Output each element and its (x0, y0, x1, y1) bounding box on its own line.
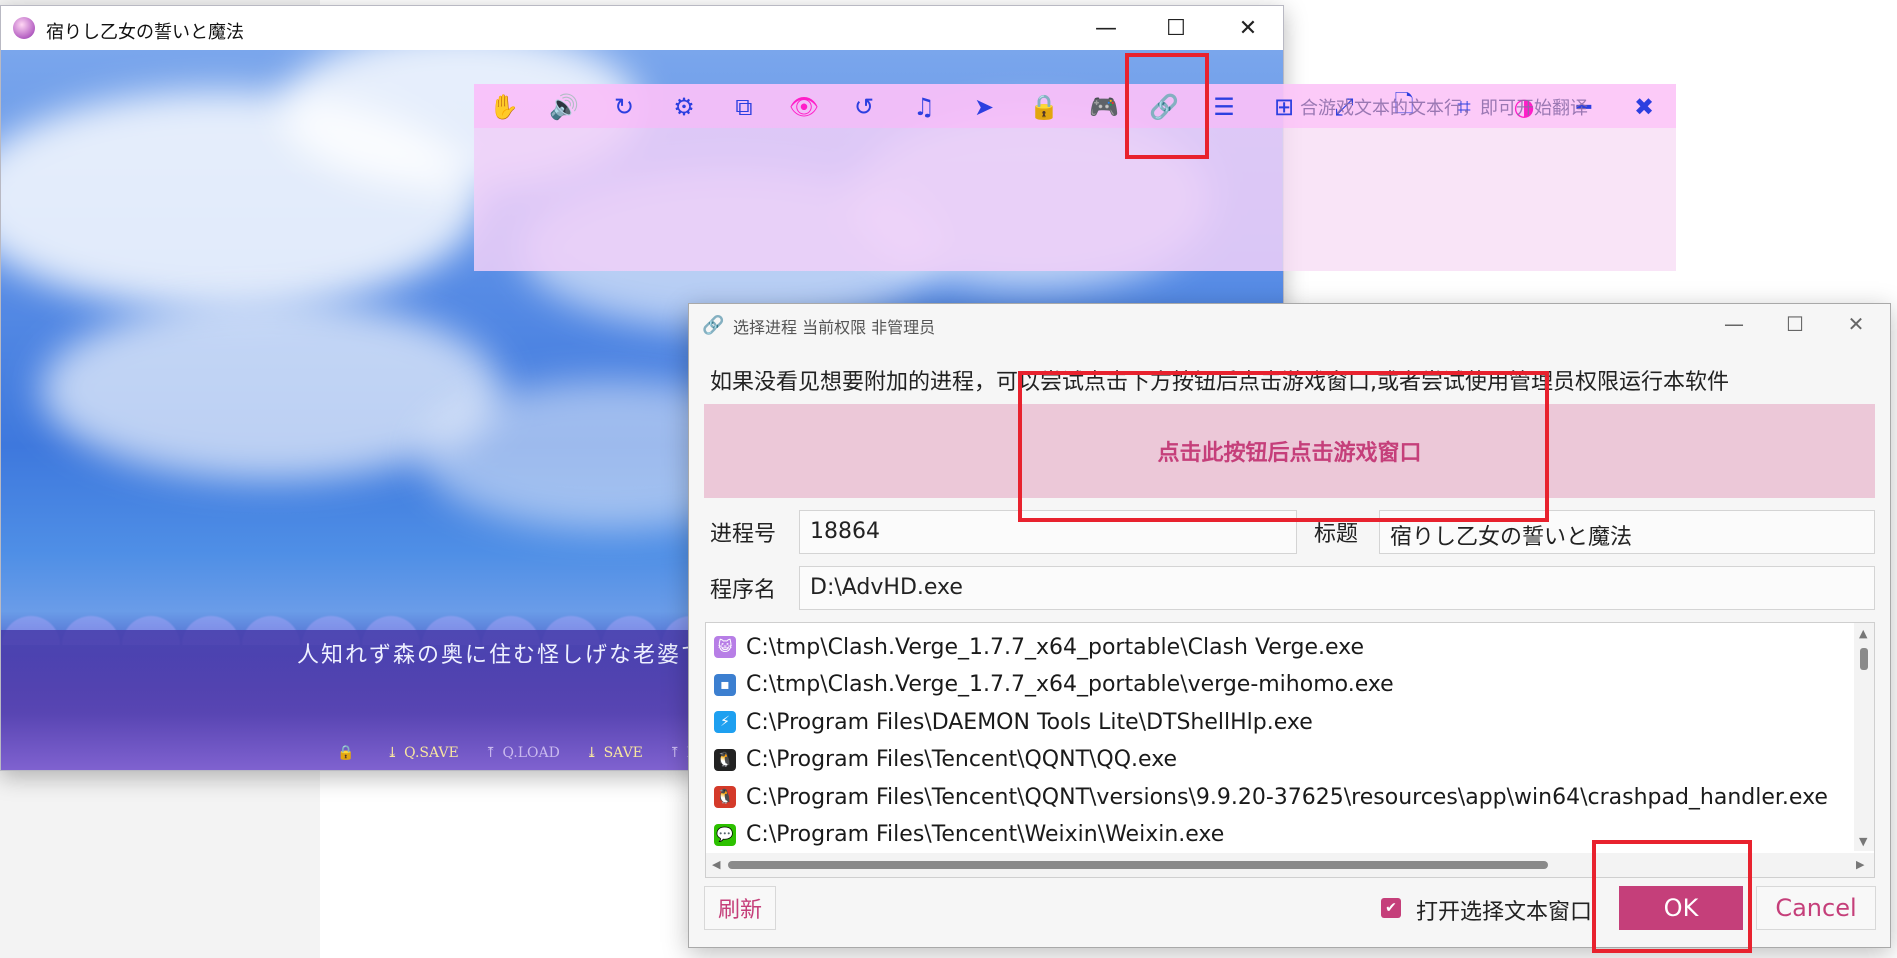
scroll-right-icon[interactable]: ▶ (1856, 858, 1864, 871)
eye-icon[interactable]: 👁 (789, 92, 819, 122)
maximize-button[interactable]: ☐ (1151, 10, 1201, 46)
lock-icon: 🔒 (337, 745, 355, 761)
process-path: C:\tmp\Clash.Verge_1.7.7_x64_portable\Cl… (746, 634, 1365, 660)
dialog-maximize-button[interactable]: ☐ (1770, 306, 1820, 342)
cat-icon: 😺 (714, 636, 736, 658)
process-path: C:\tmp\Clash.Verge_1.7.7_x64_portable\ve… (746, 672, 1394, 697)
link-icon: 🔗 (702, 315, 725, 336)
vertical-scroll-thumb[interactable] (1860, 648, 1868, 670)
scroll-left-icon[interactable]: ◀ (712, 858, 720, 871)
game-app-icon (13, 17, 35, 39)
scroll-down-icon[interactable]: ▼ (1859, 835, 1867, 848)
undo-icon[interactable]: ↺ (849, 92, 879, 122)
gear-icon[interactable]: ⚙ (669, 92, 699, 122)
load-icon: ⤒ (484, 745, 497, 761)
process-list-item[interactable]: 🐧 C:\Program Files\Tencent\QQNT\versions\… (706, 779, 1828, 815)
process-list-item[interactable]: ⚡ C:\Program Files\DAEMON Tools Lite\DTSh… (706, 704, 1313, 740)
music-icon[interactable]: ♫ (909, 92, 939, 122)
pid-label: 进程号 (710, 522, 777, 547)
game-window-title: 宿りし乙女の誓いと魔法 (46, 22, 244, 43)
highlight-link-button (1125, 53, 1209, 159)
game-menu-lock[interactable]: 🔒 (337, 745, 360, 761)
process-path: C:\Program Files\Tencent\Weixin\Weixin.e… (746, 822, 1225, 847)
refresh-button[interactable]: 刷新 (704, 886, 776, 930)
speaker-icon[interactable]: 🔊 (549, 92, 579, 122)
hand-icon[interactable]: ✋ (489, 92, 519, 122)
wechat-icon: 💬 (714, 823, 736, 846)
penguin-alert-icon: 🐧 (714, 786, 736, 808)
dialog-minimize-button[interactable]: — (1709, 306, 1759, 342)
load-icon: ⤒ (668, 745, 681, 761)
gamepad-icon[interactable]: 🎮 (1089, 92, 1119, 122)
game-menu-qsave[interactable]: ⤓ Q.SAVE (386, 745, 458, 761)
minimize-button[interactable]: — (1081, 10, 1131, 46)
game-quick-menu: 🔒 ⤓Q.SAVE ⤒Q.LOAD ⤓SAVE ⤒L (337, 745, 696, 761)
process-list-item[interactable]: 💬 C:\Program Files\Tencent\Weixin\Weixin.… (706, 817, 1224, 853)
exe-label: 程序名 (710, 578, 777, 603)
close-button[interactable]: ✕ (1223, 10, 1273, 46)
cancel-button[interactable]: Cancel (1756, 886, 1876, 930)
game-menu-qload[interactable]: ⤒ Q.LOAD (485, 745, 560, 761)
game-titlebar[interactable]: 宿りし乙女の誓いと魔法 — ☐ ✕ (1, 6, 1283, 50)
list-icon[interactable]: ☰ (1209, 92, 1239, 122)
save-icon: ⤓ (386, 745, 399, 761)
pointer-icon[interactable]: ➤ (969, 92, 999, 122)
process-path: C:\Program Files\DAEMON Tools Lite\DTShe… (746, 709, 1313, 735)
refresh-icon[interactable]: ↻ (609, 92, 639, 122)
process-list-item[interactable]: ▪ C:\tmp\Clash.Verge_1.7.7_x64_portable\v… (706, 667, 1394, 703)
dialog-close-button[interactable]: ✕ (1831, 306, 1881, 342)
scroll-up-icon[interactable]: ▲ (1859, 627, 1867, 640)
open-text-window-checkbox[interactable]: ✔ (1381, 898, 1401, 918)
process-list-item[interactable]: 😺 C:\tmp\Clash.Verge_1.7.7_x64_portable\C… (706, 629, 1364, 665)
highlight-ok-button (1592, 840, 1752, 953)
dialogue-text: 人知れず森の奥に住む怪しげな老婆で (297, 643, 706, 668)
highlight-pick-button (1018, 371, 1549, 522)
exe-field[interactable]: D:\AdvHD.exe (799, 566, 1875, 610)
dialog-title: 选择进程 当前权限 非管理员 (733, 318, 936, 337)
horizontal-scroll-thumb[interactable] (728, 861, 1548, 869)
game-menu-save[interactable]: ⤓ SAVE (586, 745, 643, 761)
process-path: C:\Program Files\Tencent\QQNT\QQ.exe (746, 747, 1178, 772)
translator-hint-text: 合游戏文本的文本行，即可开始翻译 (1300, 98, 1588, 119)
process-list-item[interactable]: 🐧 C:\Program Files\Tencent\QQNT\QQ.exe (706, 742, 1177, 778)
vertical-scrollbar[interactable]: ▲ ▼ (1854, 623, 1874, 851)
app-icon: ▪ (714, 673, 736, 696)
close-icon[interactable]: ✖ (1629, 92, 1659, 122)
lock-icon[interactable]: 🔒 (1029, 92, 1059, 122)
process-path: C:\Program Files\Tencent\QQNT\versions\9… (746, 784, 1828, 810)
save-icon: ⤓ (585, 745, 598, 761)
open-text-window-label: 打开选择文本窗口 (1416, 900, 1593, 925)
dialog-titlebar[interactable]: 🔗 选择进程 当前权限 非管理员 — ☐ ✕ (689, 304, 1890, 344)
copy-icon[interactable]: ⧉ (729, 92, 759, 122)
penguin-icon: 🐧 (714, 748, 736, 771)
bolt-icon: ⚡ (714, 711, 736, 733)
windows-icon[interactable]: ⊞ (1269, 92, 1299, 122)
